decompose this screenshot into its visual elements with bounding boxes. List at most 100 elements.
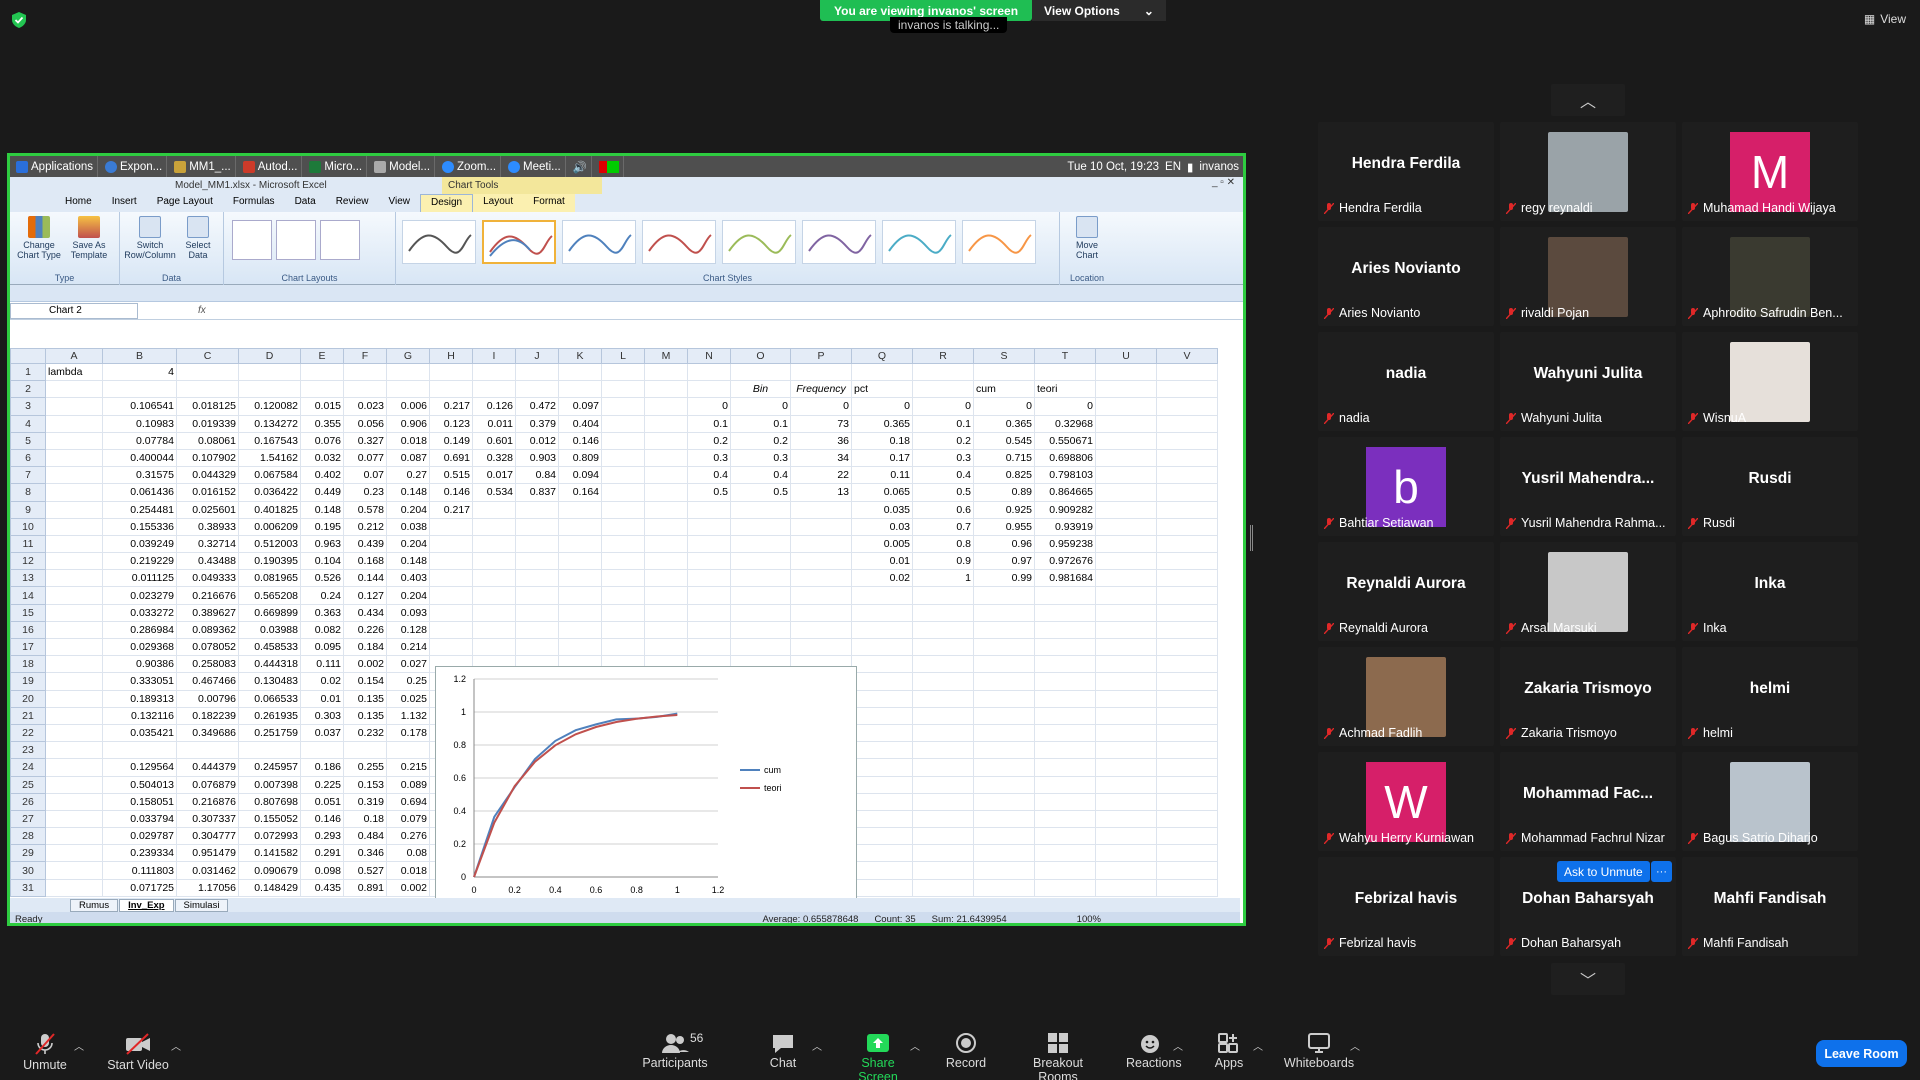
cell[interactable]: 0.098 bbox=[300, 861, 344, 880]
user-name[interactable]: invanos bbox=[1199, 161, 1239, 173]
record-button[interactable]: Record bbox=[945, 1032, 987, 1070]
cell[interactable] bbox=[644, 500, 688, 519]
cell[interactable] bbox=[601, 397, 645, 416]
cell[interactable] bbox=[1095, 603, 1157, 622]
cell[interactable]: 0.066533 bbox=[238, 689, 301, 708]
cell[interactable] bbox=[601, 517, 645, 536]
cell[interactable]: 0.303 bbox=[300, 706, 344, 725]
cell[interactable]: 0.015 bbox=[300, 397, 344, 416]
cell[interactable]: 0.545 bbox=[973, 431, 1035, 450]
cell[interactable]: 0.061436 bbox=[102, 483, 177, 502]
cell[interactable] bbox=[1156, 552, 1218, 571]
cell[interactable] bbox=[1095, 500, 1157, 519]
cell[interactable]: 0.025 bbox=[386, 689, 430, 708]
cell[interactable] bbox=[1095, 723, 1157, 743]
cell[interactable] bbox=[1156, 844, 1218, 863]
participant-tile[interactable]: W Wahyu Herry Kurniawan bbox=[1318, 752, 1494, 851]
cell[interactable] bbox=[851, 586, 913, 605]
cell[interactable]: 0.186 bbox=[300, 758, 344, 777]
row-header[interactable]: 29 bbox=[10, 844, 46, 863]
cell[interactable]: 0.214 bbox=[386, 637, 430, 657]
cell[interactable]: 0.182239 bbox=[176, 706, 239, 725]
cell[interactable] bbox=[851, 723, 913, 743]
tab-review[interactable]: Review bbox=[326, 194, 379, 212]
cell[interactable] bbox=[1156, 483, 1218, 502]
cell[interactable] bbox=[45, 827, 103, 846]
security-shield-icon[interactable] bbox=[12, 12, 26, 28]
cell[interactable]: 1.17056 bbox=[176, 878, 239, 897]
cell[interactable]: 0.89 bbox=[973, 483, 1035, 502]
participant-tile[interactable]: regy reynaldi bbox=[1500, 122, 1676, 221]
cell[interactable] bbox=[1095, 741, 1157, 760]
cell[interactable] bbox=[45, 500, 103, 519]
cell[interactable] bbox=[1095, 844, 1157, 863]
cell[interactable] bbox=[429, 380, 473, 399]
cell[interactable] bbox=[790, 362, 852, 382]
cell[interactable] bbox=[973, 362, 1035, 382]
cell[interactable] bbox=[515, 569, 559, 588]
cell[interactable]: 1 bbox=[912, 569, 974, 588]
row-header[interactable]: 11 bbox=[10, 534, 46, 554]
cell[interactable] bbox=[1095, 809, 1157, 829]
cell[interactable] bbox=[790, 552, 852, 571]
cell[interactable] bbox=[45, 861, 103, 880]
participant-tile[interactable]: Reynaldi Aurora Reynaldi Aurora bbox=[1318, 542, 1494, 641]
cell[interactable]: 0.27 bbox=[386, 466, 430, 485]
cell[interactable] bbox=[601, 483, 645, 502]
tab-format[interactable]: Format bbox=[523, 194, 575, 212]
cell[interactable] bbox=[1095, 672, 1157, 691]
cell[interactable]: 22 bbox=[790, 466, 852, 485]
cell[interactable] bbox=[1095, 362, 1157, 382]
cell[interactable]: 0.023 bbox=[343, 397, 387, 416]
cell[interactable]: 0.906 bbox=[386, 414, 430, 433]
participant-tile[interactable]: Febrizal havis Febrizal havis bbox=[1318, 857, 1494, 956]
cell[interactable] bbox=[558, 517, 602, 536]
cell[interactable] bbox=[45, 397, 103, 416]
cell[interactable]: 0.304777 bbox=[176, 827, 239, 846]
chart-style-1[interactable] bbox=[402, 220, 476, 264]
cell[interactable] bbox=[1156, 655, 1218, 674]
cell[interactable]: 0.033272 bbox=[102, 603, 177, 622]
cell[interactable] bbox=[790, 603, 852, 622]
cell[interactable]: 34 bbox=[790, 448, 852, 468]
cell[interactable] bbox=[472, 620, 516, 640]
cell[interactable] bbox=[1034, 741, 1096, 760]
row-header[interactable]: 9 bbox=[10, 500, 46, 519]
cell[interactable] bbox=[601, 431, 645, 450]
cell[interactable]: 0.035421 bbox=[102, 723, 177, 743]
cell[interactable] bbox=[1095, 414, 1157, 433]
cell[interactable]: 1.54162 bbox=[238, 448, 301, 468]
cell[interactable] bbox=[973, 844, 1035, 863]
cell[interactable]: 0.809 bbox=[558, 448, 602, 468]
share-screen-button[interactable]: Share Screen bbox=[840, 1032, 916, 1080]
whiteboards-options-caret[interactable]: ︿ bbox=[1350, 1038, 1360, 1053]
column-header[interactable]: S bbox=[973, 348, 1035, 364]
cell[interactable] bbox=[1156, 723, 1218, 743]
cell[interactable] bbox=[1095, 637, 1157, 657]
cell[interactable] bbox=[1156, 586, 1218, 605]
cell[interactable]: 0.255 bbox=[343, 758, 387, 777]
cell[interactable] bbox=[601, 552, 645, 571]
cell[interactable]: 0.261935 bbox=[238, 706, 301, 725]
cell[interactable]: 0.2 bbox=[912, 431, 974, 450]
cell[interactable]: 0.077 bbox=[343, 448, 387, 468]
cell[interactable]: 0.389627 bbox=[176, 603, 239, 622]
cell[interactable] bbox=[912, 362, 974, 382]
cell[interactable]: 0.129564 bbox=[102, 758, 177, 777]
cell[interactable] bbox=[644, 517, 688, 536]
cell[interactable] bbox=[687, 603, 731, 622]
cell[interactable]: 0.291 bbox=[300, 844, 344, 863]
cell[interactable] bbox=[973, 775, 1035, 794]
view-button[interactable]: ▦ View bbox=[1864, 12, 1906, 26]
row-header[interactable]: 3 bbox=[10, 397, 46, 416]
cell[interactable] bbox=[515, 362, 559, 382]
cell[interactable] bbox=[601, 380, 645, 399]
cell[interactable]: 0.038 bbox=[386, 517, 430, 536]
cell[interactable]: 0.090679 bbox=[238, 861, 301, 880]
cell[interactable] bbox=[644, 466, 688, 485]
clock[interactable]: Tue 10 Oct, 19:23 bbox=[1067, 161, 1159, 173]
cell[interactable]: Frequency bbox=[790, 380, 852, 399]
cell[interactable]: 0.178 bbox=[386, 723, 430, 743]
participant-tile[interactable]: Aphrodito Safrudin Ben... bbox=[1682, 227, 1858, 326]
cell[interactable] bbox=[45, 552, 103, 571]
